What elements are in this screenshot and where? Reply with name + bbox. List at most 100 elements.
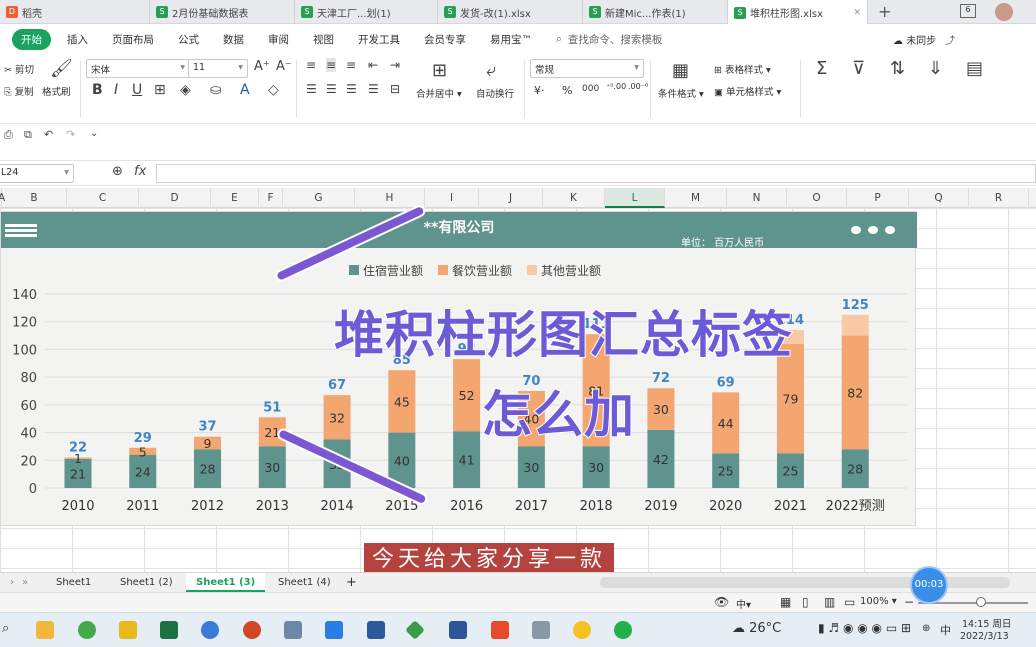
- format-icon[interactable]: ▤: [966, 58, 983, 79]
- sheet-tab[interactable]: Sheet1 (2): [110, 573, 183, 592]
- tab-easy-tools[interactable]: 易用宝™: [490, 32, 532, 47]
- column-header-n[interactable]: N: [727, 188, 787, 208]
- column-header-g[interactable]: G: [283, 188, 355, 208]
- explorer-icon[interactable]: [36, 621, 54, 639]
- settings-icon[interactable]: [284, 621, 302, 639]
- column-header-c[interactable]: C: [67, 188, 139, 208]
- zoom-slider-handle[interactable]: [976, 597, 986, 607]
- clock-date[interactable]: 2022/3/13: [960, 631, 1009, 642]
- stacked-column-chart[interactable]: **有限公司 单位： 百万人民币 0 20 40 60 80 100 120 140 住宿营业额…: [0, 211, 917, 526]
- print-icon[interactable]: ⎙: [4, 128, 13, 142]
- input-mode-icon[interactable]: 中▾: [736, 596, 751, 611]
- share-icon[interactable]: ⤴: [945, 32, 955, 47]
- window-app-icon[interactable]: [367, 621, 385, 639]
- clock-time[interactable]: 14:15 周日: [962, 616, 1011, 630]
- new-tab-icon[interactable]: +: [878, 2, 891, 21]
- ime-indicator[interactable]: 中: [940, 622, 951, 638]
- thousands-icon[interactable]: 000: [582, 84, 599, 94]
- zoom-level[interactable]: 100% ▾: [860, 596, 897, 607]
- decrease-font-icon[interactable]: A⁻: [276, 59, 292, 74]
- player-icon[interactable]: [325, 621, 343, 639]
- undo-icon[interactable]: ↶: [44, 128, 53, 141]
- name-box[interactable]: L24 ▾: [0, 164, 74, 183]
- tab-developer[interactable]: 开发工具: [358, 32, 400, 47]
- column-header-d[interactable]: D: [139, 188, 211, 208]
- excel-icon[interactable]: [160, 621, 178, 639]
- increase-decimal-icon[interactable]: ⁺⁰.00: [606, 82, 626, 91]
- tab-view[interactable]: 视图: [313, 32, 334, 47]
- column-header-k[interactable]: K: [543, 188, 605, 208]
- decrease-decimal-icon[interactable]: .00⁻⁰: [628, 82, 648, 91]
- column-header-i[interactable]: I: [425, 188, 479, 208]
- tab-page-layout[interactable]: 页面布局: [112, 32, 154, 47]
- tab-review[interactable]: 审阅: [268, 32, 289, 47]
- font-color-icon[interactable]: A: [240, 82, 250, 98]
- search-icon[interactable]: ⌕: [556, 33, 562, 46]
- formula-input[interactable]: [156, 164, 1036, 183]
- sum-icon[interactable]: Σ: [816, 58, 827, 79]
- conditional-format-button[interactable]: 条件格式 ▾: [658, 86, 704, 100]
- page-layout-view-icon[interactable]: ▯: [802, 595, 809, 609]
- fill-color-icon[interactable]: ◈: [180, 82, 191, 98]
- bucket-icon[interactable]: ⛀: [210, 82, 222, 98]
- wechat-icon[interactable]: [614, 621, 632, 639]
- avatar[interactable]: [995, 3, 1013, 21]
- image-app-icon[interactable]: [532, 621, 550, 639]
- tray-icons[interactable]: ▮ ♬ ◉ ◉ ◉ ▭ ⊞: [818, 621, 911, 635]
- column-header-o[interactable]: O: [787, 188, 847, 208]
- sort-icon[interactable]: ⇅: [890, 58, 905, 79]
- last-sheet-icon[interactable]: »: [12, 573, 38, 592]
- tab-daoke[interactable]: D 稻壳: [0, 0, 150, 24]
- normal-view-icon[interactable]: ▦: [780, 595, 791, 609]
- format-painter-icon[interactable]: 🖌: [50, 58, 73, 79]
- weather-widget[interactable]: ☁ 26°C: [732, 621, 781, 636]
- zoom-out-icon[interactable]: −: [904, 595, 914, 609]
- align-center-icon[interactable]: ☰: [326, 82, 337, 96]
- chart-app-icon[interactable]: [119, 621, 137, 639]
- powerpoint-icon[interactable]: [243, 621, 261, 639]
- percent-icon[interactable]: %: [562, 84, 572, 97]
- reading-view-icon[interactable]: ▭: [844, 595, 855, 609]
- tab-start[interactable]: 开始: [12, 28, 51, 50]
- clear-format-icon[interactable]: ◇: [268, 82, 279, 98]
- align-middle-icon[interactable]: ≡: [326, 58, 337, 72]
- column-header-p[interactable]: P: [847, 188, 909, 208]
- indent-increase-icon[interactable]: ⇥: [390, 58, 400, 72]
- number-format-select[interactable]: 常规 ▾: [530, 59, 644, 78]
- diamond-app-icon[interactable]: [405, 620, 425, 640]
- tab-member[interactable]: 会员专享: [424, 32, 466, 47]
- increase-font-icon[interactable]: A⁺: [254, 59, 270, 74]
- border-icon[interactable]: ⊞: [154, 82, 166, 98]
- tab-file-2[interactable]: S 天津工厂...划(1): [295, 0, 438, 24]
- underline-icon[interactable]: U: [132, 82, 142, 98]
- sync-status[interactable]: ☁ 未同步: [893, 32, 936, 47]
- column-header-j[interactable]: J: [479, 188, 543, 208]
- column-header-m[interactable]: M: [665, 188, 727, 208]
- tab-file-3[interactable]: S 发货-改(1).xlsx: [438, 0, 583, 24]
- print-preview-icon[interactable]: ⧉: [24, 128, 32, 142]
- merge-center-icon[interactable]: ⊞: [432, 60, 447, 81]
- column-header-r[interactable]: R: [969, 188, 1029, 208]
- sheet-tab[interactable]: Sheet1: [46, 573, 101, 592]
- filter-icon[interactable]: ⊽: [852, 58, 865, 79]
- font-name-select[interactable]: 宋体 ▾: [86, 59, 190, 78]
- sheet-tab[interactable]: Sheet1 (4): [268, 573, 341, 592]
- column-header-f[interactable]: F: [259, 188, 283, 208]
- tab-file-1[interactable]: S 2月份基础数据表: [150, 0, 295, 24]
- indent-decrease-icon[interactable]: ⇤: [368, 58, 378, 72]
- copy-button[interactable]: ⎘ 复制: [4, 84, 34, 98]
- conditional-format-icon[interactable]: ▦: [672, 60, 689, 81]
- add-sheet-icon[interactable]: +: [336, 573, 367, 592]
- column-header-l[interactable]: L: [605, 188, 665, 208]
- column-header-q[interactable]: Q: [909, 188, 969, 208]
- word-icon[interactable]: [449, 621, 467, 639]
- qq-icon[interactable]: [573, 621, 591, 639]
- font-size-select[interactable]: 11 ▾: [188, 59, 248, 78]
- browser-icon[interactable]: [78, 621, 96, 639]
- align-right-icon[interactable]: ☰: [346, 82, 357, 96]
- bold-icon[interactable]: B: [92, 82, 103, 98]
- search-app-icon[interactable]: [201, 621, 219, 639]
- tab-data[interactable]: 数据: [223, 32, 244, 47]
- format-painter-label[interactable]: 格式刷: [42, 84, 71, 98]
- wrap-text-icon[interactable]: ⤶: [486, 60, 496, 81]
